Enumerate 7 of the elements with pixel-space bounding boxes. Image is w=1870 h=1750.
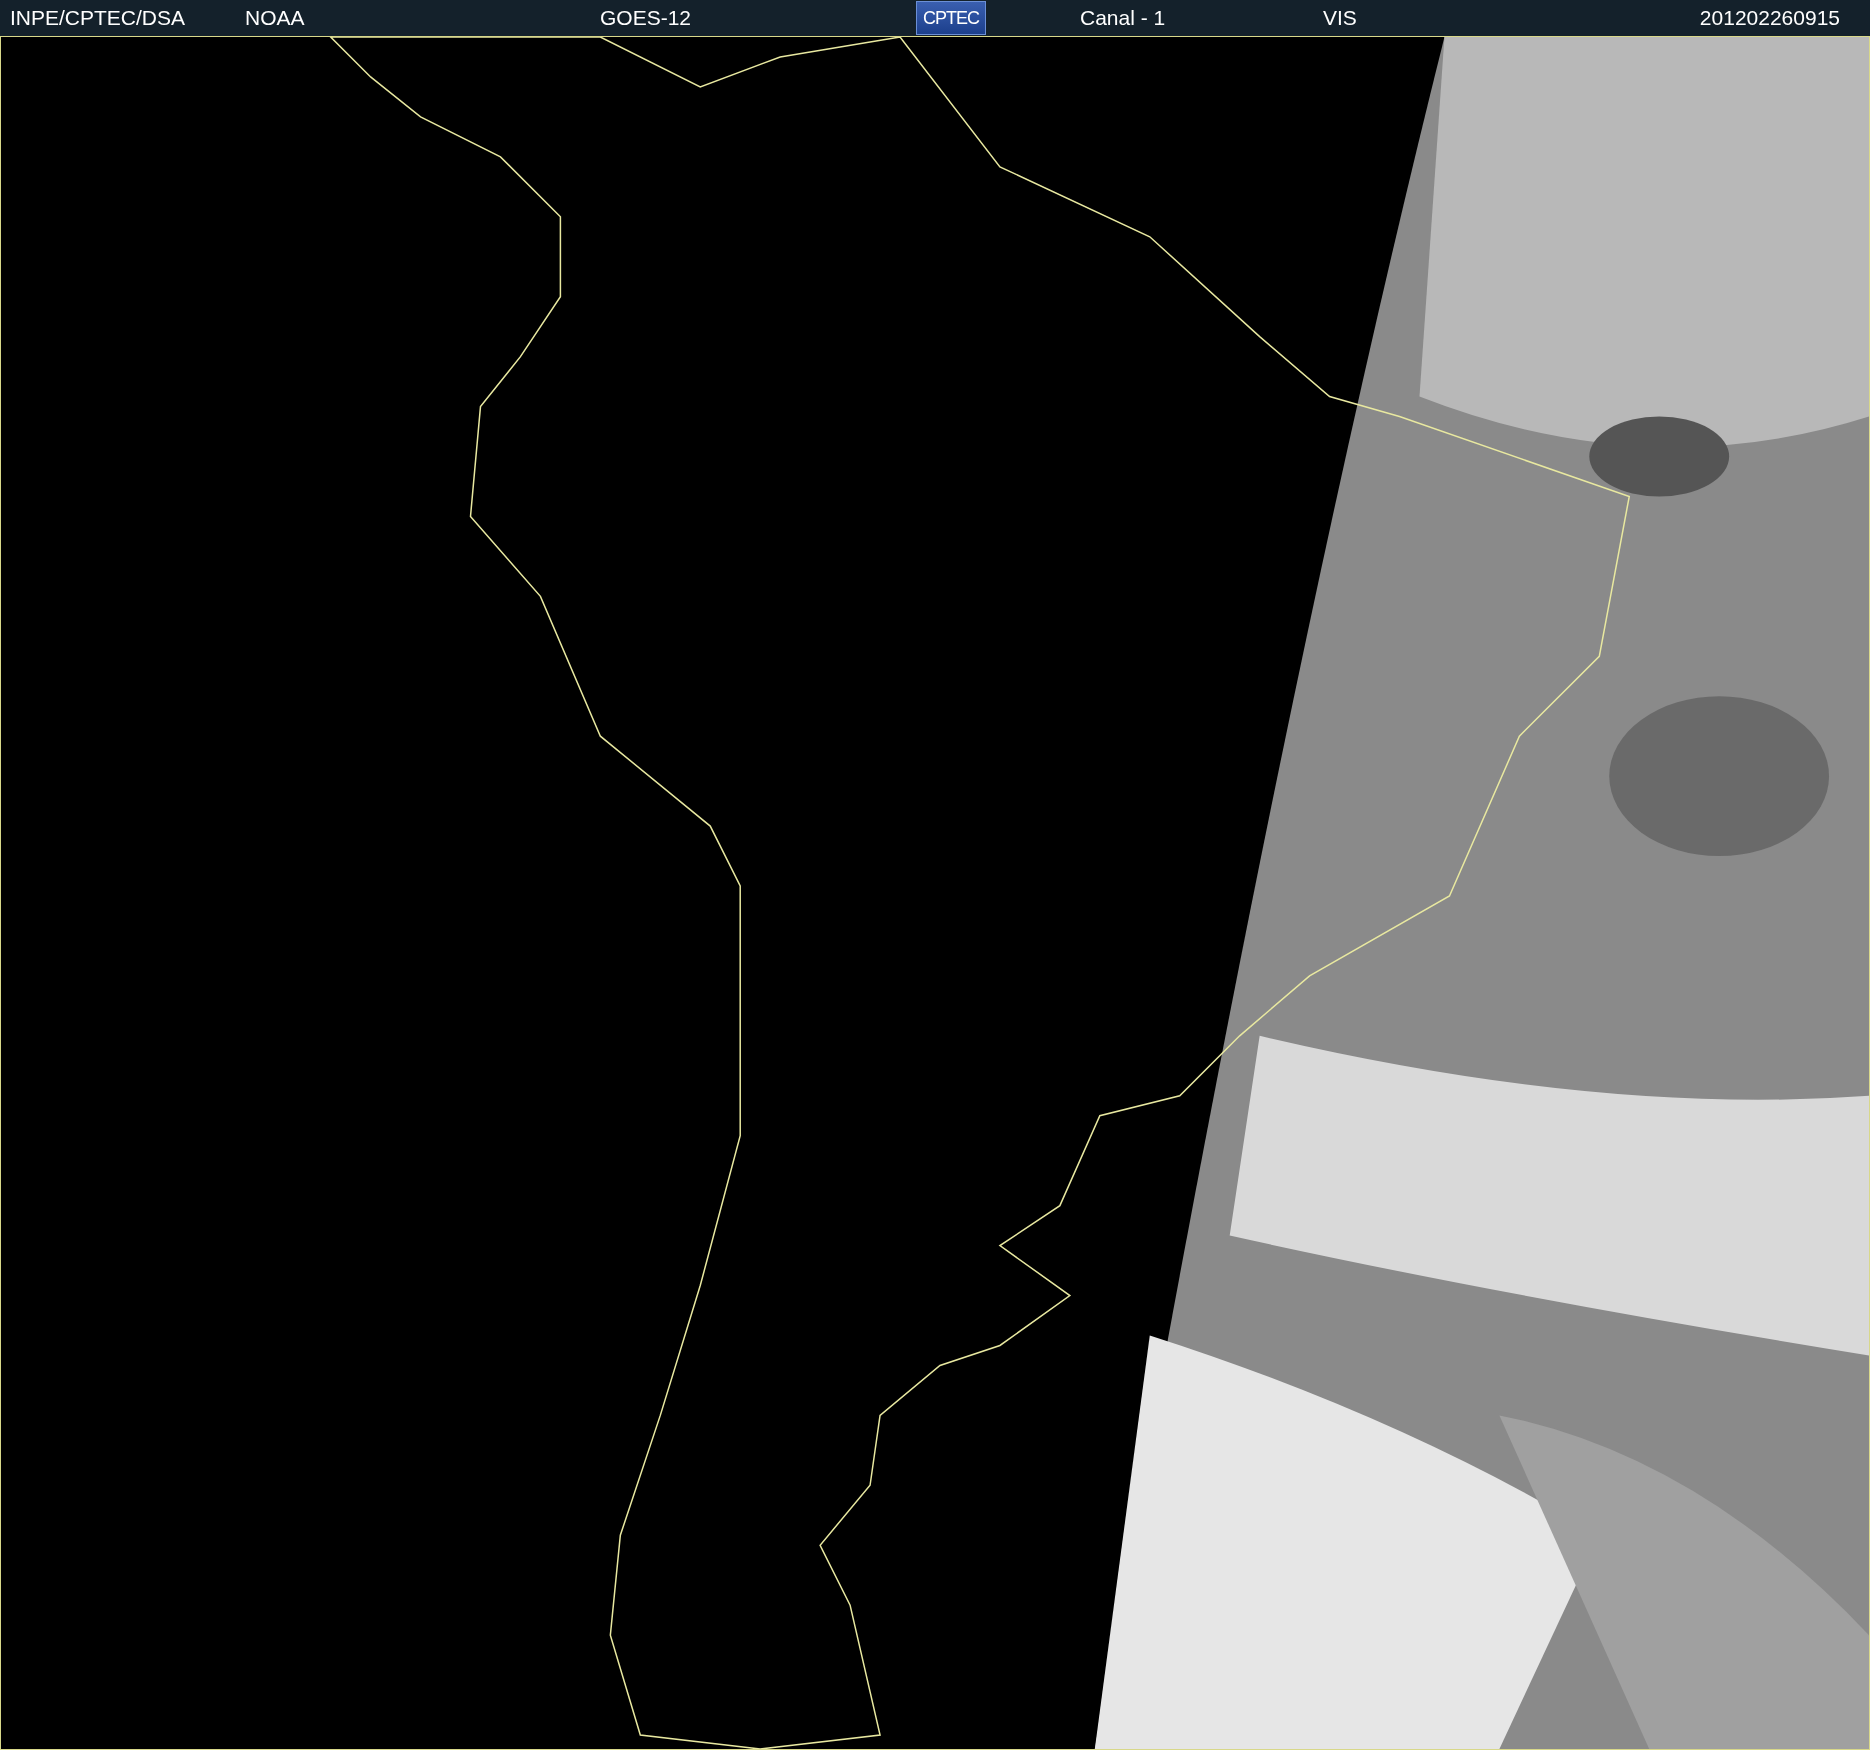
header-label: 201202260915 bbox=[1699, 6, 1840, 30]
header-label: INPE/CPTEC/DSA bbox=[10, 6, 186, 30]
header-label: NOAA bbox=[245, 6, 305, 30]
header-label: GOES-12 bbox=[600, 6, 692, 30]
header-label: Canal - 1 bbox=[1080, 6, 1166, 30]
header-label: VIS bbox=[1323, 6, 1357, 30]
logo: CPTEC bbox=[916, 1, 986, 35]
